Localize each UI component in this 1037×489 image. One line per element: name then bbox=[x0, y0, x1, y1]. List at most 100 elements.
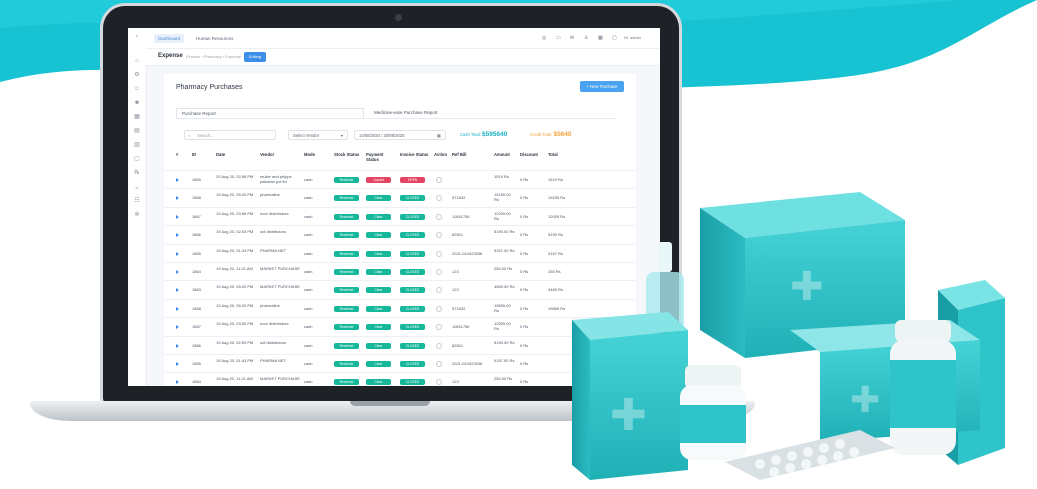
payment-status-badge: Clear bbox=[366, 195, 391, 202]
payment-status-badge: Clear bbox=[366, 232, 391, 239]
row-amount: 1519 Rs bbox=[494, 174, 509, 179]
svg-text:✚: ✚ bbox=[850, 380, 880, 421]
ipd-icon[interactable]: ▪▪ bbox=[133, 184, 141, 191]
cash-total: Cash Total: $595640 bbox=[460, 131, 507, 138]
stock-status-badge: Received bbox=[334, 379, 359, 386]
file-icon[interactable]: ▢ bbox=[612, 35, 617, 41]
document-icon[interactable]: ▢ bbox=[133, 156, 141, 163]
row-amount: 5190.00 Rs bbox=[494, 339, 515, 345]
row-discount: 0 Rs bbox=[520, 177, 529, 182]
search-icon: ⌕ bbox=[188, 133, 191, 138]
tab-human-resources[interactable]: Human Resources bbox=[192, 34, 237, 43]
credit-total: Credit Total: $5640 bbox=[530, 131, 572, 138]
row-mode: cash bbox=[304, 213, 313, 219]
row-vendor: pharmaline bbox=[260, 192, 280, 198]
cash-total-value: $595640 bbox=[482, 131, 508, 138]
back-icon[interactable]: ‹ bbox=[133, 34, 141, 41]
tab-medicine-wise-report[interactable]: Medicine-wise Purchase Report bbox=[374, 108, 438, 118]
expand-row-icon[interactable] bbox=[176, 362, 179, 366]
action-icon[interactable] bbox=[436, 305, 442, 312]
action-icon[interactable] bbox=[436, 379, 442, 386]
expand-row-icon[interactable] bbox=[176, 196, 179, 201]
tab-dashboard[interactable]: Dashboard bbox=[154, 34, 185, 43]
invoice-status-badge: CLOSED bbox=[400, 342, 425, 349]
vendor-select[interactable]: Select Vendor ▾ bbox=[288, 130, 348, 140]
report-icon[interactable]: ▥ bbox=[133, 142, 141, 149]
stock-status-badge: Received bbox=[334, 361, 359, 367]
invoice-status-badge: CLOSED bbox=[400, 195, 425, 202]
search-input[interactable]: ⌕ Search... bbox=[184, 130, 276, 140]
date-range-input[interactable]: 14/08/2020 / 20/08/2020 ▦ bbox=[354, 130, 446, 140]
stock-status-badge: Received bbox=[334, 213, 359, 220]
people-icon[interactable]: ☻ bbox=[133, 100, 141, 107]
row-ref-bill: 123 bbox=[452, 269, 459, 274]
row-amount: 9157.00 Rs bbox=[494, 358, 515, 363]
column-header: Payment Status bbox=[366, 152, 384, 162]
expand-row-icon[interactable] bbox=[176, 306, 179, 311]
expand-row-icon[interactable] bbox=[176, 380, 179, 385]
row-amount: 12009.00 Rs bbox=[494, 321, 511, 332]
action-icon[interactable] bbox=[436, 232, 442, 239]
action-icon[interactable] bbox=[436, 361, 442, 367]
stock-status-badge: Received bbox=[334, 287, 359, 294]
user-icon[interactable]: ☺ bbox=[133, 86, 141, 93]
building-icon[interactable]: ▤ bbox=[133, 128, 141, 135]
expand-row-icon[interactable] bbox=[176, 270, 179, 274]
row-vendor: MARKET PURCHASE bbox=[260, 266, 300, 271]
row-mode: cash bbox=[304, 305, 313, 311]
row-ref-bill: 82501 bbox=[452, 232, 464, 238]
mail-icon[interactable]: ✉ bbox=[570, 35, 574, 41]
grid-icon[interactable]: ▦ bbox=[598, 35, 603, 41]
expand-row-icon[interactable] bbox=[176, 251, 179, 256]
user-menu[interactable]: Hi, admin bbox=[624, 35, 641, 41]
row-vendor: PHARMA NET bbox=[260, 247, 287, 253]
row-amount: 250.00 Rs bbox=[494, 376, 513, 382]
row-ref-bill: 82501 bbox=[452, 342, 464, 348]
row-vendor: noor distributors bbox=[260, 321, 289, 327]
row-mode: cash bbox=[304, 324, 313, 330]
breadcrumb[interactable]: Finance › Pharmacy › Expense bbox=[186, 54, 241, 59]
settings-icon[interactable]: ⚙ bbox=[133, 72, 141, 79]
row-id: 1864 bbox=[192, 269, 201, 274]
row-date: 19 Aug 20, 11:21 AM bbox=[216, 376, 253, 382]
row-date: 19 Aug 20, 03:58 PM bbox=[216, 210, 254, 216]
action-icon[interactable] bbox=[436, 324, 442, 331]
calendar-icon[interactable]: ▦ bbox=[133, 114, 141, 121]
new-purchase-button[interactable]: + New Purchase bbox=[580, 81, 624, 92]
calendar-icon: ▦ bbox=[437, 133, 441, 138]
expand-row-icon[interactable] bbox=[176, 178, 179, 182]
report-tabs: Purchase Report Medicine-wise Purchase R… bbox=[176, 108, 616, 119]
expand-row-icon[interactable] bbox=[176, 343, 179, 348]
action-icon[interactable] bbox=[436, 177, 442, 183]
row-date: 20 Aug 20, 02:56 PM bbox=[216, 174, 254, 179]
notification-icon[interactable]: ◎ bbox=[542, 35, 546, 41]
expand-row-icon[interactable] bbox=[176, 233, 179, 238]
row-date: 19 Aug 20, 02:53 PM bbox=[216, 229, 254, 235]
invoice-status-badge: CLOSED bbox=[400, 287, 425, 294]
tab-purchase-report[interactable]: Purchase Report bbox=[176, 108, 364, 118]
expand-row-icon[interactable] bbox=[176, 214, 179, 219]
expand-row-icon[interactable] bbox=[176, 288, 179, 293]
action-icon[interactable] bbox=[436, 269, 442, 275]
gear-icon[interactable]: ✲ bbox=[133, 212, 141, 219]
action-icon[interactable] bbox=[436, 195, 442, 202]
row-id: 1869 bbox=[192, 177, 201, 182]
pharmacy-icon[interactable]: ℞ bbox=[133, 170, 141, 177]
editing-button[interactable]: Editing bbox=[244, 52, 266, 62]
expand-row-icon[interactable] bbox=[176, 325, 179, 330]
home-icon[interactable]: ⌂ bbox=[133, 58, 141, 65]
row-id: 1865 bbox=[192, 361, 201, 366]
top-navigation: Dashboard Human Resources ◎ ▭ ✉ ♙ ▦ ▢ Hi… bbox=[146, 28, 660, 49]
stock-status-badge: Received bbox=[334, 324, 359, 331]
group-icon[interactable]: ☷ bbox=[133, 198, 141, 205]
row-vendor: udl distributors bbox=[260, 339, 287, 345]
action-icon[interactable] bbox=[436, 342, 442, 349]
action-icon[interactable] bbox=[436, 250, 442, 257]
action-icon[interactable] bbox=[436, 287, 442, 294]
profile-icon[interactable]: ♙ bbox=[584, 35, 588, 41]
action-icon[interactable] bbox=[436, 213, 442, 220]
invoice-status-badge: CLOSED bbox=[400, 324, 425, 331]
laptop-notch bbox=[350, 401, 430, 406]
message-icon[interactable]: ▭ bbox=[556, 35, 561, 41]
row-mode: cash bbox=[304, 250, 313, 256]
